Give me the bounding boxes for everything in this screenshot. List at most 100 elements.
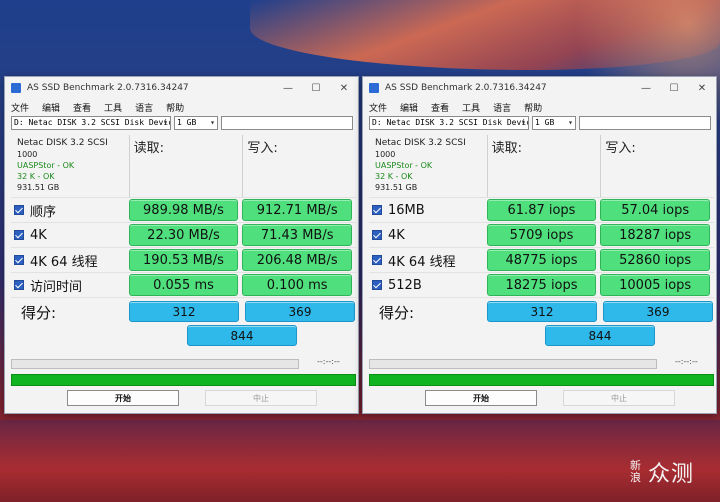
alignment-status: 32 K - OK [375,172,413,181]
drive-info: Netac DISK 3.2 SCSI 1000 UASPStor - OK 3… [11,135,129,197]
read-score: 312 [487,301,597,322]
menu-tools[interactable]: 工具 [462,101,480,114]
test-row: 4K 5709 iops 18287 iops [369,222,714,247]
app-icon [11,83,21,93]
test-checkbox[interactable] [14,255,24,265]
menu-bar: 文件 编辑 查看 工具 语言 帮助 [363,99,716,115]
write-score: 369 [245,301,355,322]
menu-language[interactable]: 语言 [493,101,511,114]
score-label: 得分: [21,304,57,322]
minimize-button[interactable]: — [632,77,660,99]
title-bar[interactable]: AS SSD Benchmark 2.0.7316.34247 — ☐ ✕ [363,77,716,99]
size-select[interactable]: 1 GB ▾ [532,116,576,130]
size-select[interactable]: 1 GB ▾ [174,116,218,130]
overall-progress-bar [11,374,356,386]
start-button[interactable]: 开始 [67,390,179,406]
test-checkbox[interactable] [372,280,382,290]
test-checkbox[interactable] [14,230,24,240]
size-select-value: 1 GB [177,118,197,127]
drive-info: Netac DISK 3.2 SCSI 1000 UASPStor - OK 3… [369,135,487,197]
menu-edit[interactable]: 编辑 [42,101,60,114]
abort-button[interactable]: 中止 [563,390,675,406]
menu-view[interactable]: 查看 [73,101,91,114]
test-label: 4K 64 线程 [388,254,456,270]
wallpaper-clouds-bottom [0,420,720,502]
drive-select[interactable]: D: Netac DISK 3.2 SCSI Disk Devic ▾ [11,116,171,130]
read-result: 5709 iops [486,224,597,246]
watermark-small-text: 新浪 [630,459,641,484]
benchmark-window-mbs: AS SSD Benchmark 2.0.7316.34247 — ☐ ✕ 文件… [4,76,359,414]
read-result: 22.30 MB/s [128,224,239,246]
drive-firmware: 1000 [17,150,38,159]
test-checkbox[interactable] [372,205,382,215]
write-result: 206.48 MB/s [242,249,352,271]
benchmark-window-iops: AS SSD Benchmark 2.0.7316.34247 — ☐ ✕ 文件… [362,76,717,414]
close-button[interactable]: ✕ [688,77,716,99]
read-result: 61.87 iops [486,199,597,221]
menu-edit[interactable]: 编辑 [400,101,418,114]
write-result: 57.04 iops [600,199,710,221]
minimize-button[interactable]: — [274,77,302,99]
test-checkbox[interactable] [372,255,382,265]
abort-button[interactable]: 中止 [205,390,317,406]
test-label: 4K [30,227,47,243]
menu-view[interactable]: 查看 [431,101,449,114]
app-icon [369,83,379,93]
overall-progress-bar [369,374,714,386]
close-button[interactable]: ✕ [330,77,358,99]
write-header: 写入: [242,135,356,197]
test-checkbox[interactable] [372,230,382,240]
test-row: 16MB 61.87 iops 57.04 iops [369,197,714,222]
drive-name: Netac DISK 3.2 SCSI [375,138,466,148]
read-result: 18275 iops [486,274,597,296]
test-checkbox[interactable] [14,280,24,290]
watermark-main-text: 众测 [648,462,695,487]
drive-select-value: D: Netac DISK 3.2 SCSI Disk Devic [372,118,529,127]
start-button[interactable]: 开始 [425,390,537,406]
alignment-status: 32 K - OK [17,172,55,181]
read-result: 0.055 ms [128,274,239,296]
test-row: 4K 64 线程 190.53 MB/s 206.48 MB/s [11,247,356,272]
total-score: 844 [545,325,655,346]
menu-file[interactable]: 文件 [369,101,387,114]
maximize-button[interactable]: ☐ [302,77,330,99]
test-label: 16MB [388,202,425,218]
menu-help[interactable]: 帮助 [524,101,542,114]
window-title: AS SSD Benchmark 2.0.7316.34247 [385,83,547,93]
write-result: 71.43 MB/s [242,224,352,246]
read-result: 48775 iops [486,249,597,271]
window-title: AS SSD Benchmark 2.0.7316.34247 [27,83,189,93]
drive-select-value: D: Netac DISK 3.2 SCSI Disk Devic [14,118,171,127]
write-header: 写入: [600,135,714,197]
menu-file[interactable]: 文件 [11,101,29,114]
test-row: 512B 18275 iops 10005 iops [369,272,714,297]
menu-language[interactable]: 语言 [135,101,153,114]
drive-toolbar: D: Netac DISK 3.2 SCSI Disk Devic ▾ 1 GB ▾ [363,115,716,131]
total-score: 844 [187,325,297,346]
test-row: 访问时间 0.055 ms 0.100 ms [11,272,356,297]
test-progress-bar [369,359,657,369]
drive-name: Netac DISK 3.2 SCSI [17,138,108,148]
title-bar[interactable]: AS SSD Benchmark 2.0.7316.34247 — ☐ ✕ [5,77,358,99]
test-row: 4K 22.30 MB/s 71.43 MB/s [11,222,356,247]
test-label: 访问时间 [30,279,83,295]
test-checkbox[interactable] [14,205,24,215]
test-row: 顺序 989.98 MB/s 912.71 MB/s [11,197,356,222]
score-section: 得分: 312 369 844 [369,297,714,353]
chevron-down-icon: ▾ [568,118,573,127]
test-label: 顺序 [30,204,57,220]
drive-firmware: 1000 [375,150,396,159]
menu-help[interactable]: 帮助 [166,101,184,114]
test-label: 4K 64 线程 [30,254,98,270]
drive-capacity: 931.51 GB [375,183,418,192]
drive-select[interactable]: D: Netac DISK 3.2 SCSI Disk Devic ▾ [369,116,529,130]
menu-bar: 文件 编辑 查看 工具 语言 帮助 [5,99,358,115]
driver-status: UASPStor - OK [17,161,75,170]
test-row: 4K 64 线程 48775 iops 52860 iops [369,247,714,272]
write-score: 369 [603,301,713,322]
maximize-button[interactable]: ☐ [660,77,688,99]
score-label: 得分: [379,304,415,322]
write-result: 0.100 ms [242,274,352,296]
chevron-down-icon: ▾ [521,118,526,127]
menu-tools[interactable]: 工具 [104,101,122,114]
